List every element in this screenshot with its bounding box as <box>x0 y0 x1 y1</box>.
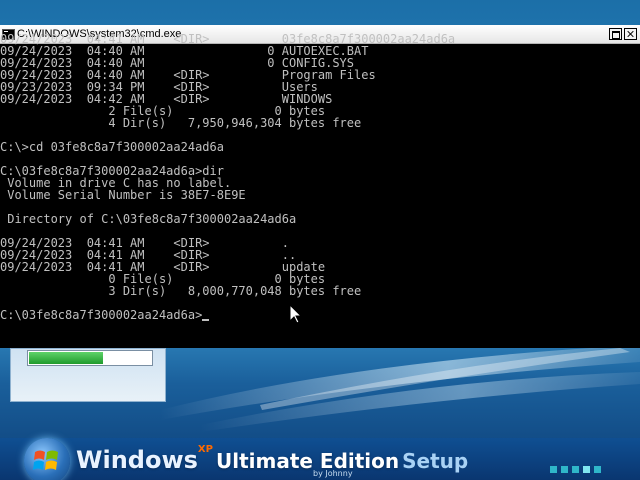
step-dot <box>561 466 568 473</box>
step-dot <box>583 466 590 473</box>
brand-xp: XP <box>197 444 213 455</box>
progress-panel <box>10 348 166 402</box>
brand-windows: Windows <box>76 446 198 474</box>
text-cursor <box>202 319 210 321</box>
setup-branding: WindowsXP Ultimate Edition Setup <box>76 444 469 474</box>
progress-fill <box>29 352 104 364</box>
console-output[interactable]: 09/24/2023 04:41 AM <DIR> 03fe8c8a7f3000… <box>0 33 640 321</box>
console-line: 3 Dir(s) 8,000,770,048 bytes free <box>0 284 362 298</box>
setup-step-indicator <box>550 458 605 477</box>
console-line: C:\>cd 03fe8c8a7f300002aa24ad6a <box>0 140 224 154</box>
brand-setup: Setup <box>402 449 469 473</box>
console-line: Volume Serial Number is 38E7-8E9E <box>0 188 246 202</box>
mouse-pointer-icon <box>290 305 302 324</box>
step-dot <box>594 466 601 473</box>
step-dot <box>550 466 557 473</box>
console-line: Directory of C:\03fe8c8a7f300002aa24ad6a <box>0 212 297 226</box>
windows-flag-icon <box>24 438 70 480</box>
step-dot <box>572 466 579 473</box>
console-line: 4 Dir(s) 7,950,946,304 bytes free <box>0 116 362 130</box>
console-line: C:\03fe8c8a7f300002aa24ad6a> <box>0 309 640 321</box>
setup-progress-bar <box>27 350 153 366</box>
brand-edition: Ultimate Edition <box>215 449 400 473</box>
brand-author: by Johnny <box>313 469 353 478</box>
